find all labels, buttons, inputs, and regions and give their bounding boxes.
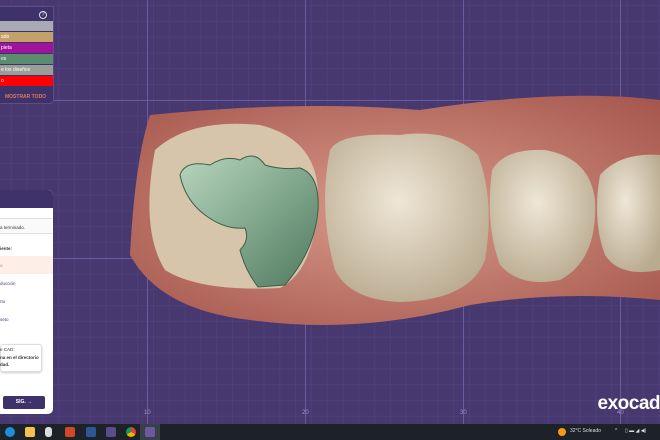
wizard-header <box>0 190 53 208</box>
3d-viewport[interactable]: 10 20 30 40 <box>0 0 660 424</box>
layer-item[interactable]: pieta <box>0 43 53 53</box>
system-tray-icons[interactable]: ▯ ▬ ◢ ◀) <box>625 428 646 434</box>
layer-item[interactable]: ado <box>0 32 53 42</box>
exocad-logo: exocad <box>597 393 660 414</box>
powerpoint-icon[interactable] <box>65 427 75 437</box>
dental-scan-model[interactable] <box>0 0 660 424</box>
layer-item[interactable]: e los diseños <box>0 65 53 75</box>
cad-text: dad. <box>0 362 10 367</box>
layers-panel: ? ado pieta es e los diseños o MOSTRAR T… <box>0 6 54 104</box>
next-heading: iente: <box>0 246 13 251</box>
cad-title: e CAD: <box>0 347 15 352</box>
layer-item[interactable]: es <box>0 54 53 64</box>
taskbar: 32°C Soleado ^ ▯ ▬ ◢ ◀) <box>0 424 660 440</box>
exocad-icon[interactable] <box>106 427 116 437</box>
layer-item[interactable] <box>0 21 53 31</box>
premolar-tooth <box>596 154 660 273</box>
weather-sun-icon <box>558 428 566 436</box>
security-icon[interactable] <box>45 427 52 437</box>
wizard-panel: a terminado. iente: o ducción rto seto e… <box>0 190 53 414</box>
cad-text: na en el directorio <box>0 355 39 360</box>
step-item[interactable]: rto <box>0 299 5 304</box>
exocad-active-icon[interactable] <box>145 427 155 437</box>
step-highlight <box>0 256 53 274</box>
molar-tooth <box>325 133 489 302</box>
chrome-icon[interactable] <box>126 427 136 437</box>
step-item[interactable]: o <box>0 263 3 268</box>
wizard-message: a terminado. <box>0 225 26 230</box>
edge-icon[interactable] <box>5 427 15 437</box>
premolar-tooth <box>489 149 596 283</box>
chevron-up-icon[interactable]: ^ <box>615 428 617 434</box>
layer-item[interactable]: o <box>0 76 53 86</box>
step-item[interactable]: seto <box>0 317 9 322</box>
next-button[interactable]: SIG. → <box>3 396 45 409</box>
word-icon[interactable] <box>86 427 96 437</box>
step-item[interactable]: ducción <box>0 281 16 286</box>
file-explorer-icon[interactable] <box>25 427 35 437</box>
show-all-button[interactable]: MOSTRAR TODO <box>5 94 46 100</box>
weather-text[interactable]: 32°C Soleado <box>570 428 601 434</box>
question-circle-icon[interactable]: ? <box>39 11 47 19</box>
